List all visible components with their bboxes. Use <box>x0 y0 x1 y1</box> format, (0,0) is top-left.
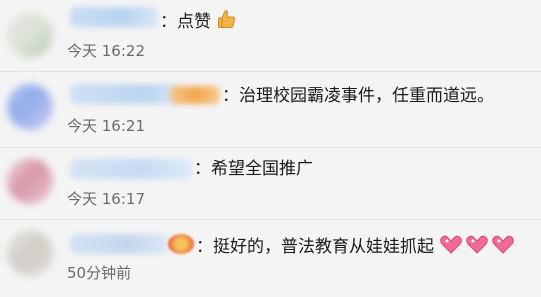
comment-text: ：希望全国推广 <box>194 159 313 179</box>
username-blurred[interactable] <box>70 84 180 104</box>
comment-item: ：治理校园霸凌事件，任重而道远。 今天 16:21 <box>0 72 541 147</box>
avatar[interactable] <box>7 12 53 58</box>
comment-time: 今天 16:17 <box>67 190 145 208</box>
level-badge-blurred <box>168 234 194 254</box>
comment-item: ：挺好的，普法教育从娃娃抓起 50分钟前 <box>0 220 541 297</box>
level-badge-blurred <box>170 86 220 104</box>
avatar[interactable] <box>7 230 53 276</box>
heart-sparkle-icon <box>439 233 517 261</box>
avatar[interactable] <box>7 84 53 130</box>
username-blurred[interactable] <box>70 234 168 254</box>
comment-item: ：希望全国推广 今天 16:17 <box>0 148 541 219</box>
comment-time: 今天 16:21 <box>67 117 145 135</box>
comment-text: ：治理校园霸凌事件，任重而道远。 <box>222 86 494 106</box>
comment-text: ：挺好的，普法教育从娃娃抓起 <box>196 233 517 261</box>
username-blurred[interactable] <box>70 7 158 27</box>
username-blurred[interactable] <box>70 159 192 179</box>
thumbs-up-icon <box>216 8 238 36</box>
comment-time: 50分钟前 <box>67 264 132 282</box>
comment-time: 今天 16:22 <box>67 42 145 60</box>
comment-list: ：点赞 今天 16:22 ：治理校园霸凌事件，任重而道远。 今天 16:21 ：… <box>0 0 541 297</box>
comment-item: ：点赞 今天 16:22 <box>0 0 541 71</box>
avatar[interactable] <box>7 158 53 204</box>
comment-text: ：点赞 <box>160 8 238 36</box>
